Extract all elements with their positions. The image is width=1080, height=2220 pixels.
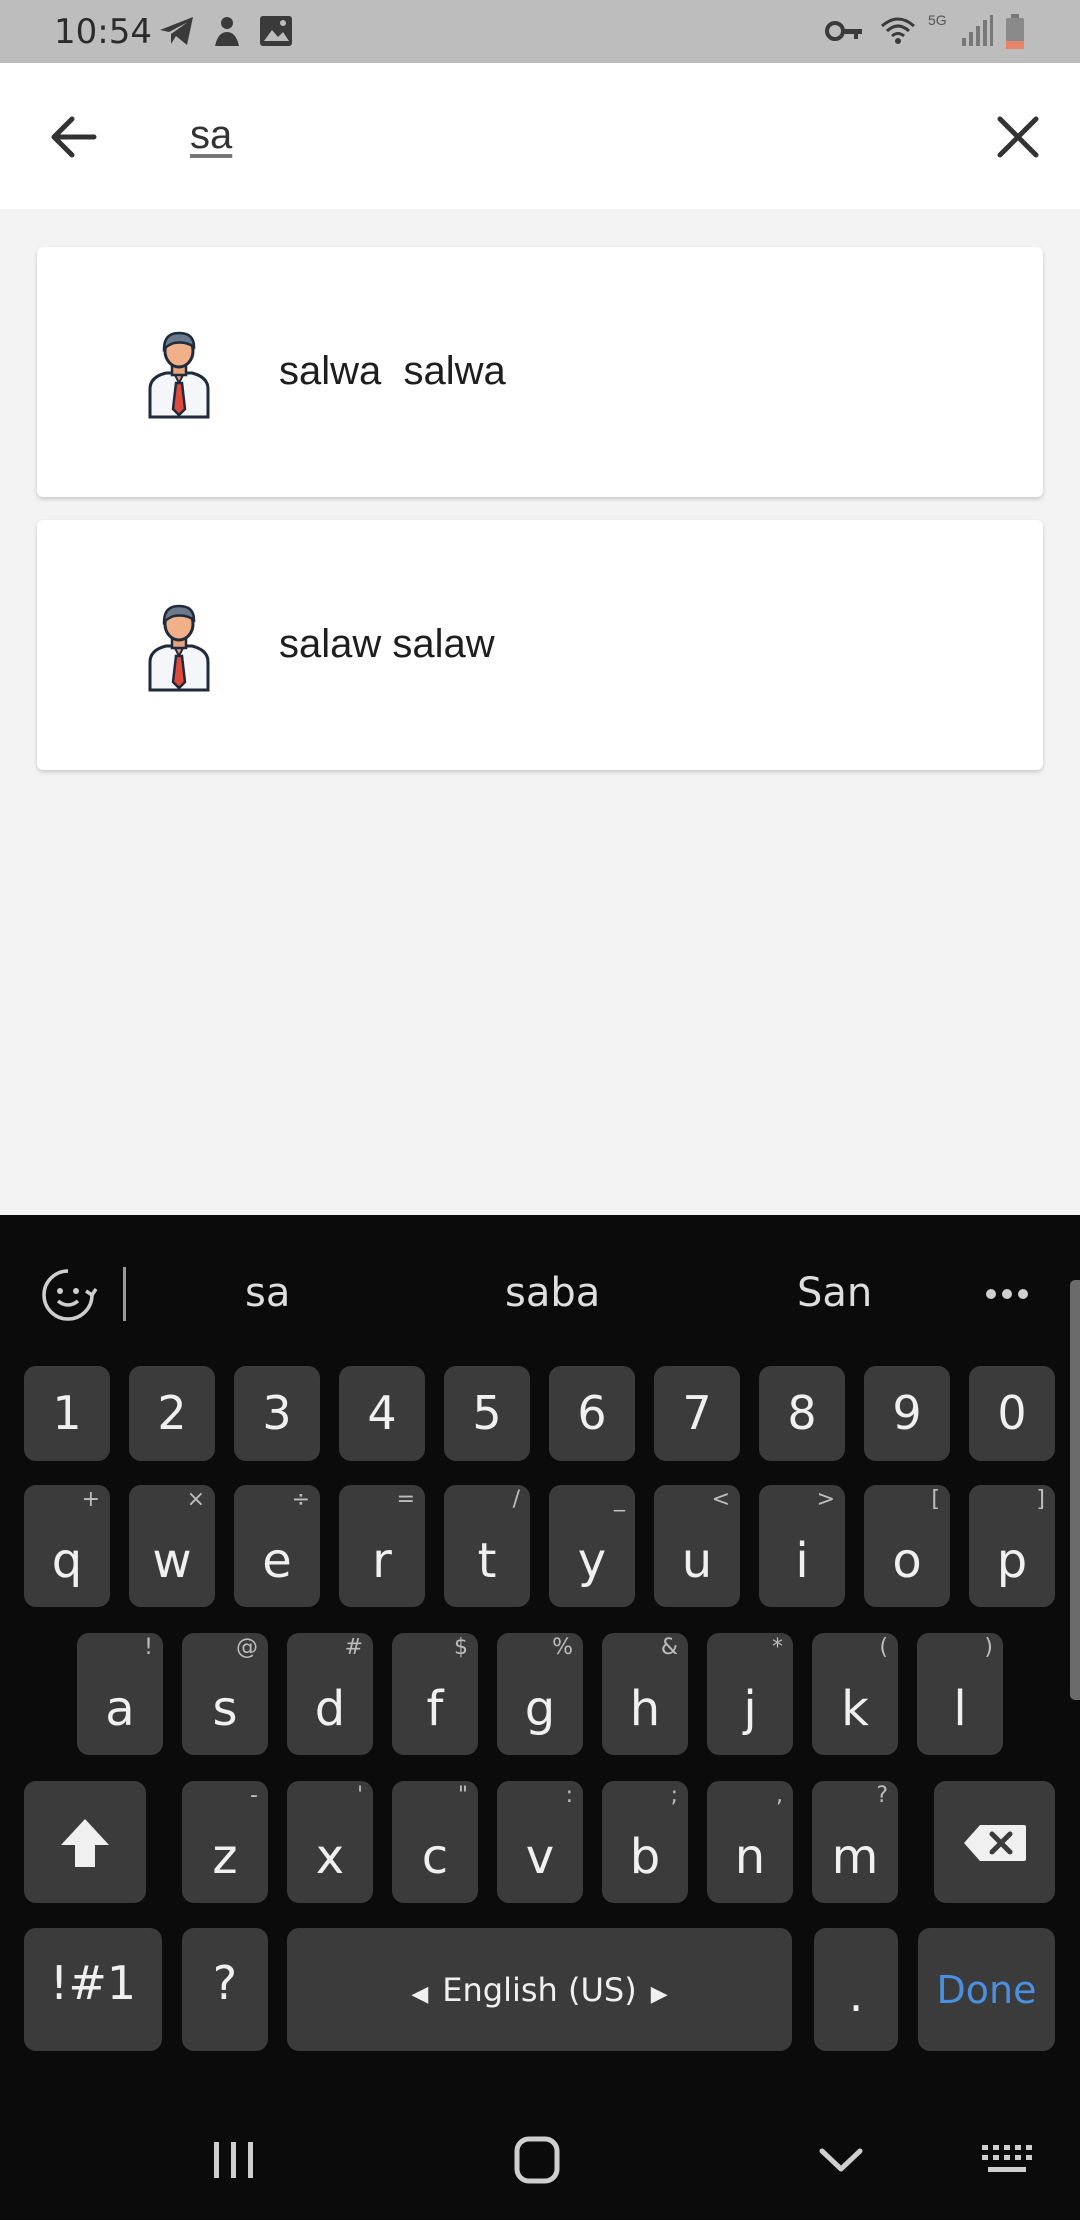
key-3[interactable]: 3 — [234, 1366, 320, 1461]
backspace-icon — [964, 1825, 1026, 1861]
contact-name: salaw salaw — [279, 622, 495, 666]
divider — [123, 1267, 126, 1321]
key-7[interactable]: 7 — [654, 1366, 740, 1461]
avatar — [136, 600, 222, 692]
key-n[interactable]: ,n — [707, 1781, 793, 1903]
gallery-icon — [258, 14, 294, 53]
question-key[interactable]: ? — [182, 1928, 268, 2051]
key-r[interactable]: = r — [339, 1485, 425, 1607]
result-card[interactable]: salwa salwa — [37, 247, 1043, 497]
key-u[interactable]: < u — [654, 1485, 740, 1607]
avatar — [136, 327, 222, 419]
key-4[interactable]: 4 — [339, 1366, 425, 1461]
signal-icon — [960, 14, 994, 53]
search-bar: sa — [0, 63, 1080, 209]
done-key[interactable]: Done — [918, 1928, 1055, 2051]
key-q[interactable]: + q — [24, 1485, 110, 1607]
status-bar: 10:54 5G — [0, 0, 1080, 63]
shift-key[interactable] — [24, 1781, 146, 1903]
key-2[interactable]: 2 — [129, 1366, 215, 1461]
keyboard-switch-icon[interactable] — [982, 2145, 1032, 2180]
language-label: English (US) — [442, 1971, 637, 2009]
space-key[interactable]: ◀ English (US) ▶ — [287, 1928, 792, 2051]
key-w[interactable]: × w — [129, 1485, 215, 1607]
key-s[interactable]: @ s — [182, 1633, 268, 1755]
key-g[interactable]: % g — [497, 1633, 583, 1755]
key-a[interactable]: ! a — [77, 1633, 163, 1755]
key-v[interactable]: :v — [497, 1781, 583, 1903]
suggestion-word[interactable]: San — [797, 1270, 872, 1316]
back-arrow-icon[interactable] — [46, 109, 106, 165]
done-label: Done — [936, 1968, 1037, 2012]
key-m[interactable]: ? m — [812, 1781, 898, 1903]
backspace-key[interactable] — [934, 1781, 1055, 1903]
recent-apps-icon[interactable] — [212, 2140, 256, 2185]
notification-app-icon — [210, 14, 244, 55]
key-9[interactable]: 9 — [864, 1366, 950, 1461]
key-i[interactable]: > i — [759, 1485, 845, 1607]
key-l[interactable]: ) l — [917, 1633, 1003, 1755]
status-time: 10:54 — [54, 12, 152, 52]
key-c[interactable]: " c — [392, 1781, 478, 1903]
symbols-key[interactable]: !#1 — [24, 1928, 162, 2051]
key-h[interactable]: & h — [602, 1633, 688, 1755]
more-options-icon[interactable] — [985, 1287, 1029, 1305]
key-5[interactable]: 5 — [444, 1366, 530, 1461]
left-arrow-icon: ◀ — [411, 1982, 429, 2007]
wifi-icon — [880, 14, 916, 55]
result-card[interactable]: salaw salaw — [37, 520, 1043, 770]
home-icon[interactable] — [513, 2135, 561, 2190]
navigation-bar — [0, 2085, 1080, 2220]
keyboard: sa saba San 1 2 3 4 5 6 7 8 9 0 + q × w ÷ e… — [0, 1215, 1080, 2220]
right-arrow-icon: ▶ — [650, 1982, 668, 2007]
key-o[interactable]: [o — [864, 1485, 950, 1607]
suggestion-word[interactable]: sa — [245, 1270, 290, 1316]
clear-icon[interactable] — [990, 109, 1046, 165]
key-b[interactable]: ; b — [602, 1781, 688, 1903]
key-6[interactable]: 6 — [549, 1366, 635, 1461]
key-p[interactable]: ] p — [969, 1485, 1055, 1607]
key-y[interactable]: _ y — [549, 1485, 635, 1607]
key-z[interactable]: -z — [182, 1781, 268, 1903]
key-0[interactable]: 0 — [969, 1366, 1055, 1461]
vpn-key-icon — [824, 14, 866, 53]
suggestion-bar: sa saba San — [0, 1215, 1080, 1365]
hide-keyboard-icon[interactable] — [818, 2147, 864, 2180]
key-t[interactable]: / t — [444, 1485, 530, 1607]
scroll-handle[interactable] — [1070, 1280, 1080, 1700]
key-x[interactable]: ' x — [287, 1781, 373, 1903]
key-e[interactable]: ÷ e — [234, 1485, 320, 1607]
key-k[interactable]: (k — [812, 1633, 898, 1755]
key-f[interactable]: $ f — [392, 1633, 478, 1755]
emoji-sticker-icon[interactable] — [38, 1267, 98, 1328]
search-input[interactable]: sa — [190, 113, 232, 158]
suggestion-word[interactable]: saba — [505, 1270, 600, 1316]
key-d[interactable]: # d — [287, 1633, 373, 1755]
key-j[interactable]: * j — [707, 1633, 793, 1755]
shift-arrow-icon — [61, 1819, 109, 1867]
key-1[interactable]: 1 — [24, 1366, 110, 1461]
telegram-icon — [158, 14, 196, 53]
period-key[interactable]: . — [814, 1928, 898, 2051]
battery-icon — [1004, 14, 1026, 55]
contact-name: salwa salwa — [279, 349, 506, 393]
key-8[interactable]: 8 — [759, 1366, 845, 1461]
network-type-label: 5G — [928, 12, 947, 28]
